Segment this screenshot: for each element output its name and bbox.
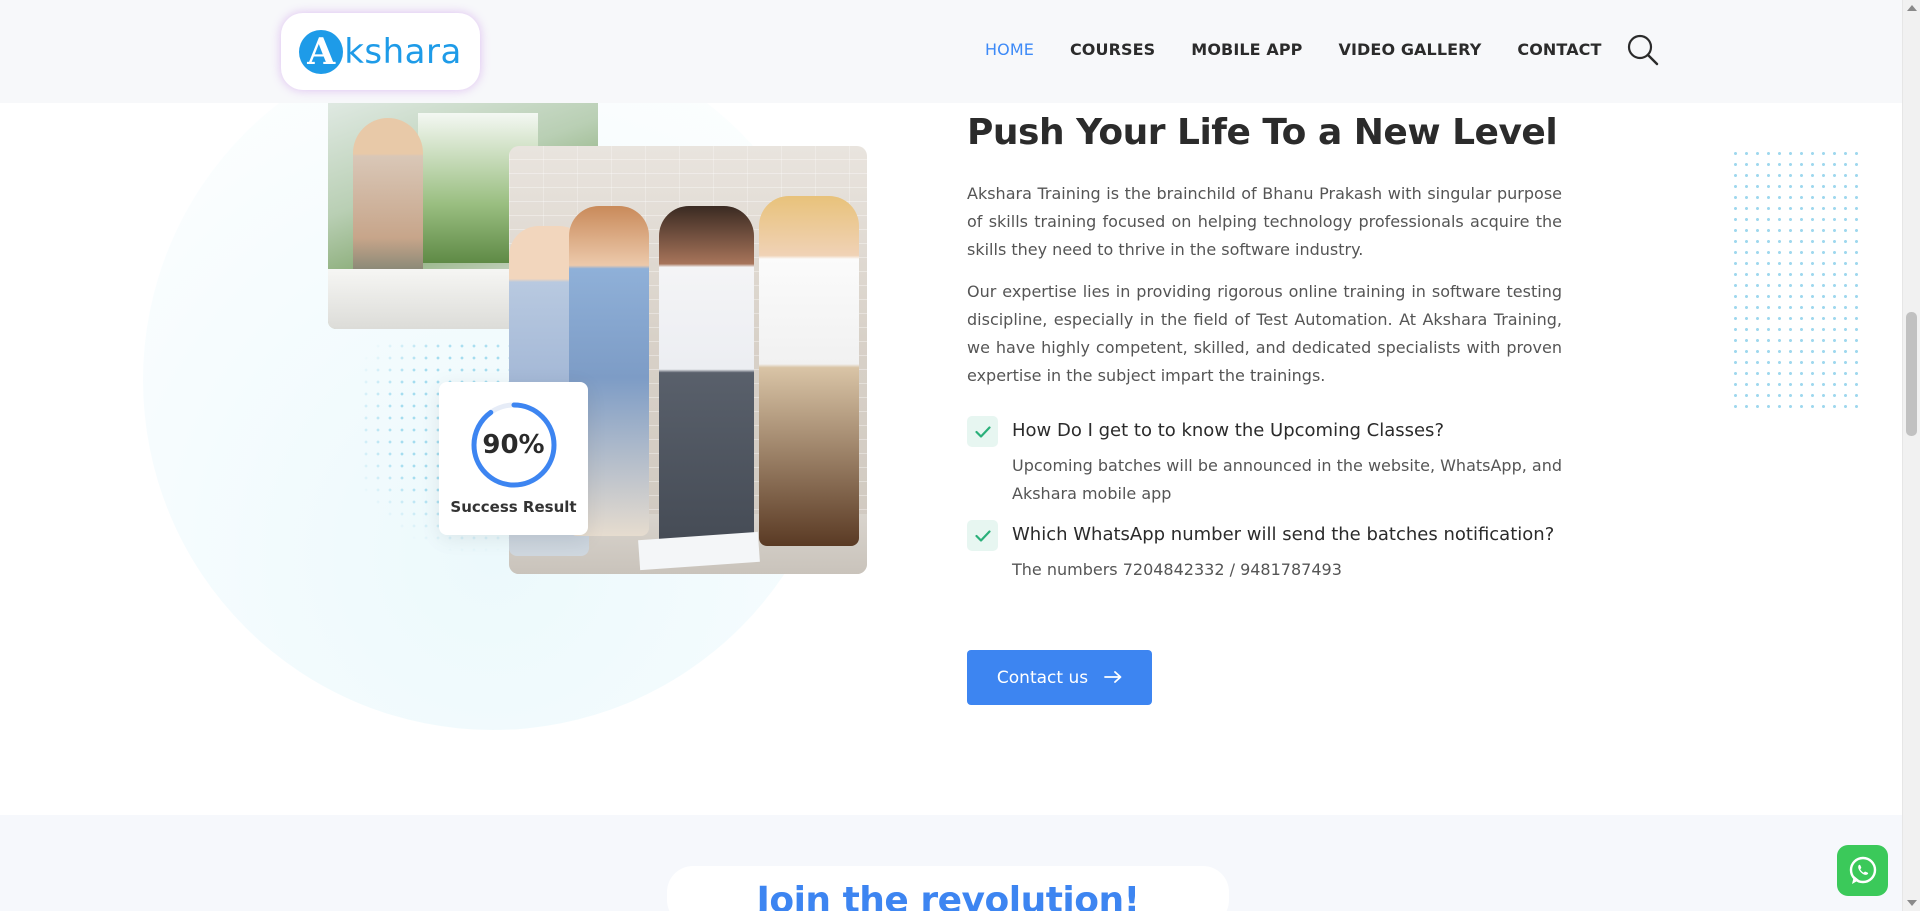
faq-item: Which WhatsApp number will send the batc… — [967, 520, 1562, 584]
nav-contact[interactable]: CONTACT — [1517, 40, 1601, 59]
contact-us-button[interactable]: Contact us — [967, 650, 1152, 705]
nav-mobile-app[interactable]: MOBILE APP — [1191, 40, 1302, 59]
faq-question: How Do I get to to know the Upcoming Cla… — [1012, 420, 1444, 441]
nav-courses[interactable]: COURSES — [1070, 40, 1155, 59]
site-header: A kshara HOME COURSES MOBILE APP VIDEO G… — [0, 0, 1902, 103]
nav-video-gallery[interactable]: VIDEO GALLERY — [1339, 40, 1482, 59]
faq-answer: The numbers 7204842332 / 9481787493 — [1012, 560, 1342, 579]
scroll-thumb[interactable] — [1906, 312, 1917, 436]
section-title: Push Your Life To a New Level — [967, 112, 1558, 153]
contact-us-label: Contact us — [996, 667, 1089, 688]
progress-ring: 90% — [470, 401, 558, 489]
intro-paragraph: Akshara Training is the brainchild of Bh… — [967, 184, 1562, 259]
scroll-down-icon[interactable] — [1907, 900, 1917, 906]
success-stat-card: 90% Success Result — [439, 382, 588, 535]
dot-pattern-right — [1730, 148, 1860, 410]
faq-question: Which WhatsApp number will send the batc… — [1012, 524, 1555, 545]
faq-answer: Upcoming batches will be announced in th… — [1012, 456, 1563, 503]
faq-item: How Do I get to to know the Upcoming Cla… — [967, 416, 1563, 508]
main-nav: HOME COURSES MOBILE APP VIDEO GALLERY CO… — [985, 40, 1602, 59]
logo[interactable]: A kshara — [281, 13, 480, 90]
nav-home[interactable]: HOME — [985, 40, 1034, 59]
check-icon — [967, 416, 998, 447]
success-percentage: 90% — [482, 430, 545, 460]
logo-mark: A — [299, 29, 344, 74]
check-icon — [967, 520, 998, 551]
scroll-up-icon[interactable] — [1907, 5, 1917, 11]
success-label: Success Result — [450, 498, 577, 516]
search-icon[interactable] — [1625, 32, 1661, 68]
about-section: Push Your Life To a New Level Akshara Tr… — [967, 112, 1562, 584]
arrow-right-icon — [1104, 668, 1122, 688]
join-title: Join the revolution! — [756, 880, 1140, 911]
logo-text: kshara — [344, 31, 462, 72]
expertise-paragraph: Our expertise lies in providing rigorous… — [967, 282, 1562, 385]
page-scrollbar[interactable] — [1902, 0, 1920, 911]
whatsapp-icon[interactable] — [1837, 845, 1888, 896]
